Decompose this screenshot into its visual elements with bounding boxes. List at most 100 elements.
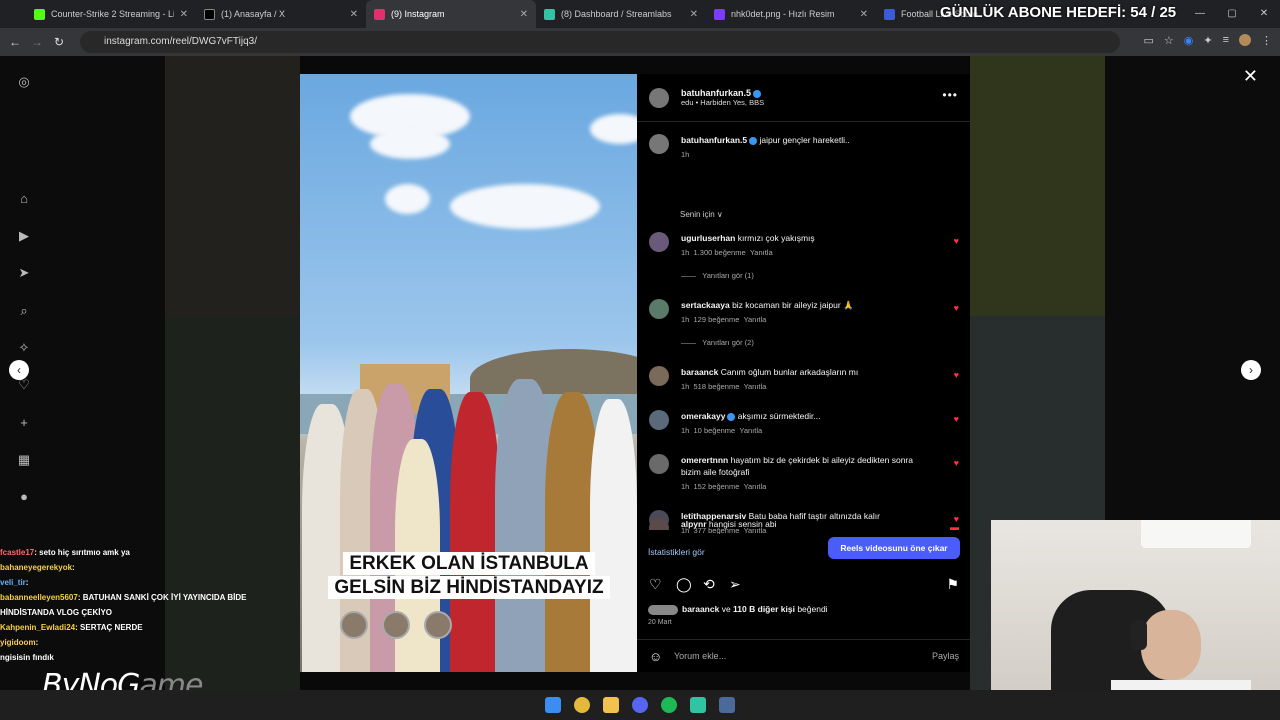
comment-time: 1h bbox=[681, 482, 690, 491]
url-input[interactable]: instagram.com/reel/DWG7vFTijq3/ bbox=[80, 31, 1120, 53]
discord-icon[interactable] bbox=[632, 697, 648, 713]
liked-by[interactable]: baraanck ve 110 B diğer kişi beğendi bbox=[648, 604, 828, 615]
comment-user[interactable]: baraanck bbox=[681, 367, 718, 377]
comment-sort-dropdown[interactable]: Senin için ∨ bbox=[680, 210, 723, 219]
file-explorer-icon[interactable] bbox=[603, 697, 619, 713]
tagged-avatar[interactable] bbox=[424, 611, 452, 639]
comment-user[interactable]: omerakayy bbox=[681, 411, 725, 421]
app-icon[interactable] bbox=[690, 697, 706, 713]
back-icon[interactable]: ← bbox=[4, 35, 26, 49]
extension-icon[interactable]: ◉ bbox=[1184, 34, 1194, 47]
reply-link[interactable]: Yanıtla bbox=[744, 382, 767, 391]
create-icon[interactable]: + bbox=[16, 415, 32, 431]
comment-user[interactable]: sertackaaya bbox=[681, 300, 730, 310]
comment-likes[interactable]: 10 beğenme bbox=[694, 426, 736, 435]
avatar[interactable] bbox=[649, 366, 669, 386]
like-icon[interactable]: ♡ bbox=[649, 576, 662, 593]
close-tab-icon[interactable]: ✕ bbox=[690, 9, 698, 20]
comment-user[interactable]: ugurluserhan bbox=[681, 233, 735, 243]
explore-icon[interactable]: ✧ bbox=[16, 340, 32, 356]
avatar[interactable] bbox=[649, 518, 669, 530]
avatar[interactable] bbox=[649, 232, 669, 252]
liked-by-count[interactable]: 110 B diğer kişi bbox=[733, 604, 795, 614]
heart-filled-icon[interactable]: ♥ bbox=[954, 458, 959, 468]
tagged-avatar[interactable] bbox=[340, 611, 368, 639]
comment-likes[interactable]: 1.300 beğenme bbox=[694, 248, 746, 257]
avatar[interactable] bbox=[649, 299, 669, 319]
puzzle-icon[interactable]: ✦ bbox=[1203, 34, 1212, 47]
share-icon[interactable]: ➢ bbox=[729, 576, 741, 593]
cast-icon[interactable]: ▭ bbox=[1143, 34, 1153, 47]
reload-icon[interactable]: ↻ bbox=[48, 35, 70, 49]
profile-icon[interactable]: ● bbox=[16, 489, 32, 505]
avatar[interactable] bbox=[649, 87, 669, 108]
chrome-icon[interactable] bbox=[574, 697, 590, 713]
tab-x[interactable]: (1) Anasayfa / X ✕ bbox=[196, 0, 366, 28]
caption-user[interactable]: batuhanfurkan.5 bbox=[681, 135, 747, 145]
view-insights-link[interactable]: İstatistikleri gör bbox=[648, 547, 705, 557]
more-options-icon[interactable]: ••• bbox=[942, 88, 958, 102]
prev-post-icon[interactable]: ‹ bbox=[9, 360, 29, 380]
tagged-avatar[interactable] bbox=[382, 611, 410, 639]
comment-user[interactable]: omerertnnn bbox=[681, 455, 728, 465]
profile-avatar[interactable] bbox=[1239, 34, 1251, 46]
tab-streamlabs[interactable]: (8) Dashboard / Streamlabs ✕ bbox=[536, 0, 706, 28]
comment-likes[interactable]: 152 beğenme bbox=[694, 482, 740, 491]
heart-filled-icon[interactable]: ♥ bbox=[954, 414, 959, 424]
repost-icon[interactable]: ⟲ bbox=[703, 576, 715, 593]
view-replies-link[interactable]: —— Yanıtları gör (2) bbox=[681, 338, 754, 347]
windows-start-icon[interactable] bbox=[545, 697, 561, 713]
comment-user[interactable]: alpynr bbox=[681, 519, 707, 529]
tab-cs2[interactable]: Counter-Strike 2 Streaming - Li ✕ bbox=[26, 0, 196, 28]
close-tab-icon[interactable]: ✕ bbox=[350, 9, 358, 20]
heart-filled-icon[interactable]: ♥ bbox=[954, 236, 959, 246]
emoji-icon[interactable]: ☺ bbox=[649, 649, 662, 664]
liked-by-user[interactable]: baraanck bbox=[682, 604, 719, 614]
author-name[interactable]: batuhanfurkan.5 bbox=[681, 88, 751, 98]
save-icon[interactable]: ⚑ bbox=[946, 576, 959, 593]
reply-link[interactable]: Yanıtla bbox=[744, 315, 767, 324]
heart-filled-icon[interactable]: ♥ bbox=[954, 370, 959, 380]
close-tab-icon[interactable]: ✕ bbox=[520, 9, 528, 20]
maximize-icon[interactable]: ▢ bbox=[1216, 0, 1248, 28]
instagram-logo-icon[interactable]: ◎ bbox=[16, 74, 32, 90]
avatar[interactable] bbox=[649, 410, 669, 430]
reel-video[interactable]: ERKEK OLAN İSTANBULA GELSİN BİZ HİNDİSTA… bbox=[300, 74, 637, 672]
comment-likes[interactable]: 518 beğenme bbox=[694, 382, 740, 391]
tab-image[interactable]: nhk0det.png - Hızlı Resim ✕ bbox=[706, 0, 876, 28]
home-icon[interactable]: ⌂ bbox=[16, 191, 32, 207]
reply-link[interactable]: Yanıtla bbox=[739, 426, 762, 435]
comment-likes[interactable]: 129 beğenme bbox=[694, 315, 740, 324]
messages-icon[interactable]: ➤ bbox=[16, 265, 32, 281]
reply-link[interactable]: Yanıtla bbox=[744, 482, 767, 491]
steam-icon[interactable] bbox=[719, 697, 735, 713]
comment-input[interactable]: Yorum ekle... bbox=[674, 651, 726, 661]
comment-icon[interactable]: ◯ bbox=[676, 576, 692, 593]
reply-link[interactable]: Yanıtla bbox=[750, 248, 773, 257]
close-tab-icon[interactable]: ✕ bbox=[860, 9, 868, 20]
tab-title: nhk0det.png - Hızlı Resim bbox=[731, 9, 835, 19]
spotify-icon[interactable] bbox=[661, 697, 677, 713]
forward-icon[interactable]: → bbox=[26, 35, 48, 49]
close-modal-icon[interactable]: ✕ bbox=[1243, 66, 1258, 87]
close-tab-icon[interactable]: ✕ bbox=[180, 9, 188, 20]
next-post-icon[interactable]: › bbox=[1241, 360, 1261, 380]
minimize-icon[interactable]: — bbox=[1184, 0, 1216, 28]
avatar[interactable] bbox=[649, 454, 669, 474]
tab-instagram[interactable]: (9) Instagram ✕ bbox=[366, 0, 536, 28]
dashboard-icon[interactable]: ▦ bbox=[16, 452, 32, 468]
close-window-icon[interactable]: ✕ bbox=[1248, 0, 1280, 28]
avatar[interactable] bbox=[649, 134, 669, 154]
menu-icon[interactable]: ≡ bbox=[1223, 34, 1229, 47]
chat-message: babanneelleyen5607: BATUHAN SANKİ ÇOK İY… bbox=[0, 590, 300, 605]
comments-list[interactable]: batuhanfurkan.5 jaipur gençler hareketli… bbox=[637, 122, 970, 534]
post-comment-button[interactable]: Paylaş bbox=[932, 651, 959, 661]
kebab-menu-icon[interactable]: ⋮ bbox=[1261, 34, 1272, 47]
search-icon[interactable]: ⌕ bbox=[16, 303, 32, 319]
bookmark-star-icon[interactable]: ☆ bbox=[1164, 34, 1174, 47]
heart-filled-icon[interactable]: ♥ bbox=[954, 303, 959, 313]
reels-icon[interactable]: ▶ bbox=[16, 228, 32, 244]
heart-filled-icon[interactable]: ▬ bbox=[950, 522, 959, 530]
boost-reel-button[interactable]: Reels videosunu öne çıkar bbox=[828, 537, 960, 559]
view-replies-link[interactable]: —— Yanıtları gör (1) bbox=[681, 271, 754, 280]
